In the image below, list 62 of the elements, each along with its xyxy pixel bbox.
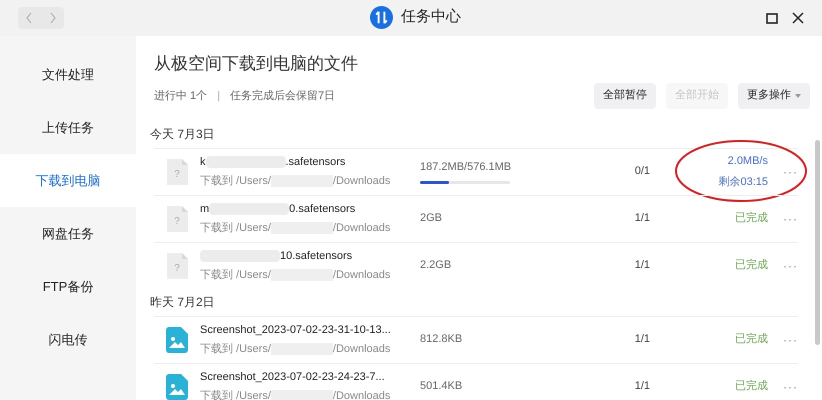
sidebar-item[interactable]: 闪电传 (0, 313, 136, 366)
action-button[interactable]: 更多操作 (738, 82, 810, 108)
retention-note: 任务完成后会保留7日 (230, 88, 336, 104)
status-text: 已完成 (735, 210, 768, 226)
task-count: 1/1 (634, 332, 650, 348)
unknown-file-icon: ? (166, 252, 188, 278)
task-count: 0/1 (634, 164, 650, 180)
sidebar-item[interactable]: FTP备份 (0, 260, 136, 313)
running-count: 进行中 1个 (154, 89, 208, 104)
maximize-icon[interactable] (766, 12, 778, 24)
file-name: 0.safetensors (289, 202, 356, 216)
image-file-icon (166, 326, 188, 352)
download-speed: 2.0MB/s (728, 154, 768, 169)
separator: | (217, 89, 220, 104)
download-path: 下载到 /Users/ (200, 342, 271, 357)
download-path: 下载到 /Users/ (200, 221, 271, 236)
more-button[interactable]: ··· (768, 330, 798, 348)
download-path: /Downloads (332, 174, 390, 189)
status-text: 已完成 (735, 332, 768, 348)
file-name: 10.safetensors (280, 248, 352, 264)
task-count: 1/1 (634, 211, 650, 226)
sidebar-item[interactable]: 文件处理 (0, 48, 136, 101)
file-name: .safetensors (286, 154, 346, 170)
file-size: 501.4KB (420, 379, 464, 394)
file-name: m (200, 202, 210, 216)
file-name: Screenshot_2023-07-02-23-24-23-7... (200, 370, 385, 384)
sidebar-item[interactable]: 网盘任务 (0, 207, 136, 260)
app-logo-icon (370, 6, 393, 29)
sidebar-item[interactable]: 下载到电脑 (0, 154, 136, 207)
status-text: 已完成 (735, 378, 768, 394)
more-button[interactable]: ··· (768, 162, 798, 180)
download-path: 下载到 /Users/ (200, 268, 271, 283)
action-button[interactable]: 全部暂停 (594, 82, 656, 108)
task-count: 1/1 (634, 379, 650, 394)
image-file-icon (166, 374, 188, 400)
download-path: /Downloads (332, 221, 390, 236)
file-name: Screenshot_2023-07-02-23-31-10-13... (200, 322, 391, 338)
more-button[interactable]: ··· (768, 378, 798, 396)
caret-icon (795, 94, 801, 98)
task-count: 1/1 (634, 258, 650, 274)
date-heading: 昨天 7月2日 (150, 294, 216, 310)
download-path: /Downloads (332, 342, 390, 357)
more-button[interactable]: ··· (768, 256, 798, 274)
file-name: k (200, 154, 206, 170)
window-title: 任务中心 (401, 7, 461, 28)
close-icon[interactable] (792, 12, 804, 24)
file-size: 2GB (420, 211, 444, 226)
download-path: /Downloads (332, 268, 390, 283)
scrollbar[interactable] (815, 140, 820, 345)
status-text: 已完成 (735, 258, 768, 274)
sidebar-item[interactable]: 上传任务 (0, 101, 136, 154)
file-size: 812.8KB (420, 332, 464, 348)
page-title: 从极空间下载到电脑的文件 (154, 53, 359, 75)
download-path: /Downloads (332, 389, 390, 400)
date-heading: 今天 7月3日 (150, 126, 216, 142)
download-path: 下载到 /Users/ (200, 174, 271, 189)
more-button[interactable]: ··· (768, 210, 798, 228)
file-size: 2.2GB (420, 258, 452, 274)
time-remaining: 剩余03:15 (718, 174, 768, 190)
file-size: 187.2MB/576.1MB (420, 160, 512, 175)
unknown-file-icon: ? (166, 158, 188, 184)
unknown-file-icon: ? (166, 206, 188, 232)
